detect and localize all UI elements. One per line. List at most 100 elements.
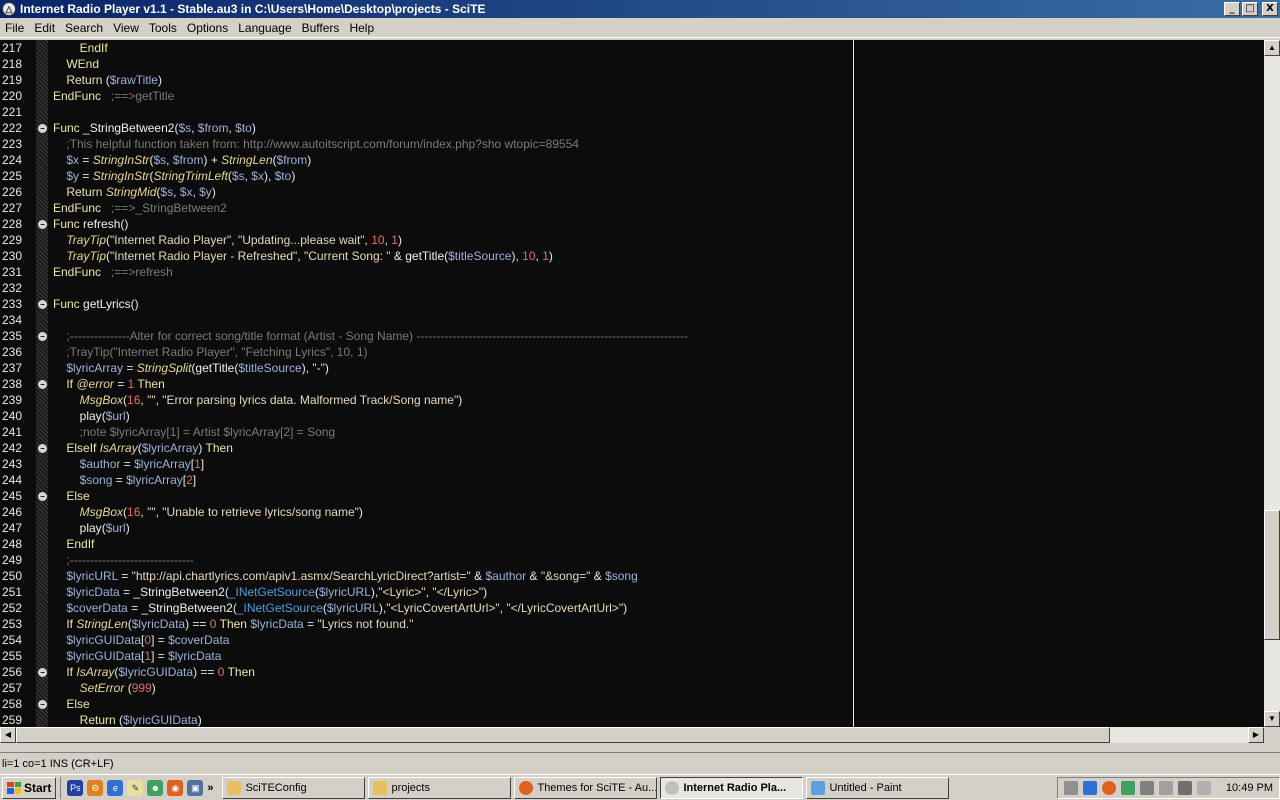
code-line[interactable]: 259 Return ($lyricGUIData) <box>0 712 1264 727</box>
task-firefox-themes[interactable]: Themes for SciTE - Au... <box>514 776 658 799</box>
code-line[interactable]: 252 $coverData = _StringBetween2(_INetGe… <box>0 600 1264 616</box>
code-line[interactable]: 242 − ElseIf IsArray($lyricArray) Then <box>0 440 1264 456</box>
close-button[interactable]: X <box>1262 2 1278 16</box>
menu-options[interactable]: Options <box>182 21 233 35</box>
menu-help[interactable]: Help <box>344 21 379 35</box>
code-line[interactable]: 245 − Else <box>0 488 1264 504</box>
horizontal-scrollbar[interactable]: ◀ ▶ <box>0 727 1264 743</box>
maximize-button[interactable]: □ <box>1242 2 1258 16</box>
task-paint[interactable]: Untitled - Paint <box>806 776 950 799</box>
code-line[interactable]: 236 ;TrayTip("Internet Radio Player", "F… <box>0 344 1264 360</box>
fold-toggle-icon[interactable]: − <box>38 300 47 309</box>
code-line[interactable]: 223 ;This helpful function taken from: h… <box>0 136 1264 152</box>
menu-buffers[interactable]: Buffers <box>297 21 345 35</box>
code-line[interactable]: 238 − If @error = 1 Then <box>0 376 1264 392</box>
fold-toggle-icon[interactable]: − <box>38 380 47 389</box>
firefox-icon[interactable]: ◉ <box>167 779 184 796</box>
fold-toggle-icon[interactable]: − <box>38 332 47 341</box>
menu-file[interactable]: File <box>0 21 29 35</box>
code-line[interactable]: 258 − Else <box>0 696 1264 712</box>
fold-toggle-icon[interactable]: − <box>38 492 47 501</box>
line-number: 256 <box>2 665 23 679</box>
settings-gear-icon[interactable]: ⚙ <box>87 779 104 796</box>
code-text: If IsArray($lyricGUIData) == 0 Then <box>66 665 255 679</box>
internet-explorer-icon[interactable]: e <box>107 779 124 796</box>
flag-icon[interactable] <box>1196 780 1211 795</box>
fold-toggle-icon[interactable]: − <box>38 444 47 453</box>
code-line[interactable]: 227 EndFunc ;==>_StringBetween2 <box>0 200 1264 216</box>
fold-toggle-icon[interactable]: − <box>38 700 47 709</box>
task-internet-radio-player[interactable]: Internet Radio Pla... <box>660 776 804 799</box>
vertical-scroll-thumb[interactable] <box>1264 510 1280 640</box>
code-line[interactable]: 247 play($url) <box>0 520 1264 536</box>
scroll-left-button[interactable]: ◀ <box>0 727 16 743</box>
code-line[interactable]: 220 EndFunc ;==>getTitle <box>0 88 1264 104</box>
menu-search[interactable]: Search <box>60 21 108 35</box>
code-line[interactable]: 244 $song = $lyricArray[2] <box>0 472 1264 488</box>
avast-icon[interactable] <box>1101 780 1116 795</box>
code-line[interactable]: 230 TrayTip("Internet Radio Player - Ref… <box>0 248 1264 264</box>
code-line[interactable]: 251 $lyricData = _StringBetween2(_INetGe… <box>0 584 1264 600</box>
vertical-scrollbar[interactable]: ▲ ▼ <box>1264 40 1280 727</box>
show-desktop-icon[interactable]: ▣ <box>187 779 204 796</box>
photoshop-icon[interactable]: Ps <box>67 779 84 796</box>
code-editor[interactable]: 217 EndIf 218 WEnd 219 Return ($rawTitle) 2… <box>0 40 1264 727</box>
code-line[interactable]: 243 $author = $lyricArray[1] <box>0 456 1264 472</box>
code-line[interactable]: 254 $lyricGUIData[0] = $coverData <box>0 632 1264 648</box>
code-line[interactable]: 217 EndIf <box>0 40 1264 56</box>
code-line[interactable]: 218 WEnd <box>0 56 1264 72</box>
usb-device-icon[interactable] <box>1139 780 1154 795</box>
horizontal-scroll-thumb[interactable] <box>16 727 1110 743</box>
monitor-icon[interactable] <box>1158 780 1173 795</box>
code-line[interactable]: 256 − If IsArray($lyricGUIData) == 0 Then <box>0 664 1264 680</box>
scroll-up-button[interactable]: ▲ <box>1264 40 1280 56</box>
task-sciteconfig[interactable]: SciTEConfig <box>222 776 366 799</box>
menu-view[interactable]: View <box>108 21 144 35</box>
line-number: 235 <box>2 329 23 343</box>
code-line[interactable]: 248 EndIf <box>0 536 1264 552</box>
code-line[interactable]: 250 $lyricURL = "http://api.chartlyrics.… <box>0 568 1264 584</box>
code-line[interactable]: 228 − Func refresh() <box>0 216 1264 232</box>
code-line[interactable]: 253 If StringLen($lyricData) == 0 Then $… <box>0 616 1264 632</box>
menu-tools[interactable]: Tools <box>144 21 182 35</box>
code-line[interactable]: 234 <box>0 312 1264 328</box>
scite-app-icon[interactable]: △ <box>2 2 16 16</box>
messenger-icon[interactable]: ☻ <box>147 779 164 796</box>
code-line[interactable]: 229 TrayTip("Internet Radio Player", "Up… <box>0 232 1264 248</box>
scroll-down-button[interactable]: ▼ <box>1264 711 1280 727</box>
code-line[interactable]: 219 Return ($rawTitle) <box>0 72 1264 88</box>
minimize-button[interactable]: _ <box>1224 2 1240 16</box>
code-line[interactable]: 240 play($url) <box>0 408 1264 424</box>
network-icon[interactable] <box>1120 780 1135 795</box>
calculator-icon[interactable] <box>1063 780 1078 795</box>
quick-launch-overflow-icon[interactable]: » <box>207 782 213 794</box>
code-line[interactable]: 232 <box>0 280 1264 296</box>
code-line[interactable]: 222 − Func _StringBetween2($s, $from, $to) <box>0 120 1264 136</box>
menu-edit[interactable]: Edit <box>29 21 60 35</box>
menu-language[interactable]: Language <box>233 21 296 35</box>
clock[interactable]: 10:49 PM <box>1226 782 1273 794</box>
code-line[interactable]: 225 $y = StringInStr(StringTrimLeft($s, … <box>0 168 1264 184</box>
start-button[interactable]: Start <box>2 776 57 799</box>
code-line[interactable]: 224 $x = StringInStr($s, $from) + String… <box>0 152 1264 168</box>
code-line[interactable]: 255 $lyricGUIData[1] = $lyricData <box>0 648 1264 664</box>
code-line[interactable]: 233 − Func getLyrics() <box>0 296 1264 312</box>
notepad-icon[interactable]: ✎ <box>127 779 144 796</box>
code-line[interactable]: 241 ;note $lyricArray[1] = Artist $lyric… <box>0 424 1264 440</box>
task-projects[interactable]: projects <box>368 776 512 799</box>
fold-toggle-icon[interactable]: − <box>38 124 47 133</box>
code-line[interactable]: 237 $lyricArray = StringSplit(getTitle($… <box>0 360 1264 376</box>
code-line[interactable]: 246 MsgBox(16, "", "Unable to retrieve l… <box>0 504 1264 520</box>
code-line[interactable]: 249 ;------------------------------- <box>0 552 1264 568</box>
scroll-right-button[interactable]: ▶ <box>1248 727 1264 743</box>
code-line[interactable]: 226 Return StringMid($s, $x, $y) <box>0 184 1264 200</box>
fold-toggle-icon[interactable]: − <box>38 668 47 677</box>
code-line[interactable]: 231 EndFunc ;==>refresh <box>0 264 1264 280</box>
volume-icon[interactable] <box>1177 780 1192 795</box>
dropbox-icon[interactable] <box>1082 780 1097 795</box>
code-line[interactable]: 239 MsgBox(16, "", "Error parsing lyrics… <box>0 392 1264 408</box>
code-line[interactable]: 235 − ;---------------Alter for correct s… <box>0 328 1264 344</box>
code-line[interactable]: 221 <box>0 104 1264 120</box>
fold-toggle-icon[interactable]: − <box>38 220 47 229</box>
code-line[interactable]: 257 SetError (999) <box>0 680 1264 696</box>
